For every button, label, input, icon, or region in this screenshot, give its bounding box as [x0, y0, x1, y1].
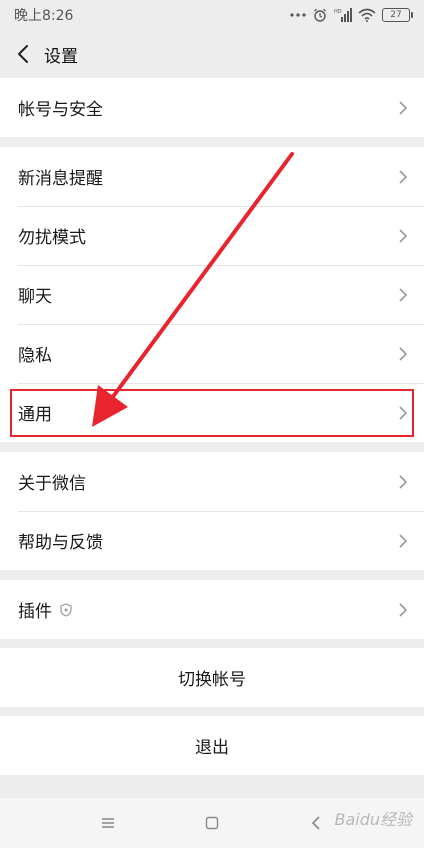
settings-item-plugins[interactable]: 插件	[0, 580, 424, 639]
menu-icon	[102, 818, 114, 828]
system-back-button[interactable]	[304, 811, 328, 835]
settings-item-label-wrap: 插件	[18, 597, 72, 622]
settings-item-general[interactable]: 通用	[0, 383, 424, 442]
settings-item-label: 隐私	[18, 346, 52, 366]
settings-item-do-not-disturb[interactable]: 勿扰模式	[0, 206, 424, 265]
chevron-right-icon	[399, 405, 408, 420]
network-type-label: HD	[334, 9, 342, 15]
chevron-right-icon	[399, 346, 408, 361]
settings-item-label: 通用	[18, 405, 52, 425]
settings-item-label: 插件	[18, 602, 52, 622]
chevron-right-icon	[399, 602, 408, 617]
settings-group-account: 帐号与安全	[0, 78, 424, 137]
home-button[interactable]	[200, 811, 224, 835]
settings-item-about-wechat[interactable]: 关于微信	[0, 452, 424, 511]
chevron-right-icon	[399, 100, 408, 115]
settings-group-plugins: 插件	[0, 580, 424, 639]
chevron-right-icon	[399, 474, 408, 489]
chevron-right-icon	[399, 287, 408, 302]
switch-account-group: 切换帐号	[0, 648, 424, 707]
shield-icon	[60, 602, 72, 617]
settings-item-new-message-alerts[interactable]: 新消息提醒	[0, 147, 424, 206]
system-nav-bar	[0, 798, 424, 848]
settings-item-label: 聊天	[18, 287, 52, 307]
settings-group-general: 新消息提醒 勿扰模式 聊天 隐私 通用	[0, 147, 424, 442]
chevron-right-icon	[399, 228, 408, 243]
settings-group-about: 关于微信 帮助与反馈	[0, 452, 424, 570]
back-triangle-icon	[311, 816, 320, 830]
settings-item-account-security[interactable]: 帐号与安全	[0, 78, 424, 137]
settings-item-label: 新消息提醒	[18, 169, 103, 189]
dots-icon	[290, 8, 306, 22]
settings-item-chats[interactable]: 聊天	[0, 265, 424, 324]
chevron-right-icon	[399, 169, 408, 184]
logout-group: 退出	[0, 716, 424, 775]
back-button[interactable]	[12, 40, 34, 68]
switch-account-label: 切换帐号	[178, 670, 246, 690]
switch-account-button[interactable]: 切换帐号	[0, 648, 424, 707]
nav-bar: 设置	[0, 30, 424, 78]
settings-item-label: 关于微信	[18, 474, 86, 494]
back-arrow-icon	[18, 45, 28, 63]
settings-item-label: 帮助与反馈	[18, 533, 103, 553]
wifi-icon	[358, 8, 376, 22]
settings-item-label: 勿扰模式	[18, 228, 86, 248]
menu-button[interactable]	[96, 811, 120, 835]
status-icons: HD 27	[290, 8, 413, 22]
home-icon	[205, 816, 219, 830]
logout-button[interactable]: 退出	[0, 716, 424, 775]
settings-item-label: 帐号与安全	[18, 100, 103, 120]
signal-icon: HD	[334, 8, 352, 22]
battery-icon: 27	[382, 8, 413, 22]
chevron-right-icon	[399, 533, 408, 548]
status-time: 晚上8:26	[14, 8, 74, 24]
alarm-icon	[312, 8, 328, 22]
settings-item-privacy[interactable]: 隐私	[0, 324, 424, 383]
settings-item-help-feedback[interactable]: 帮助与反馈	[0, 511, 424, 570]
status-bar: 晚上8:26 HD 27	[0, 0, 424, 30]
page-title: 设置	[44, 46, 78, 67]
logout-label: 退出	[195, 738, 229, 758]
